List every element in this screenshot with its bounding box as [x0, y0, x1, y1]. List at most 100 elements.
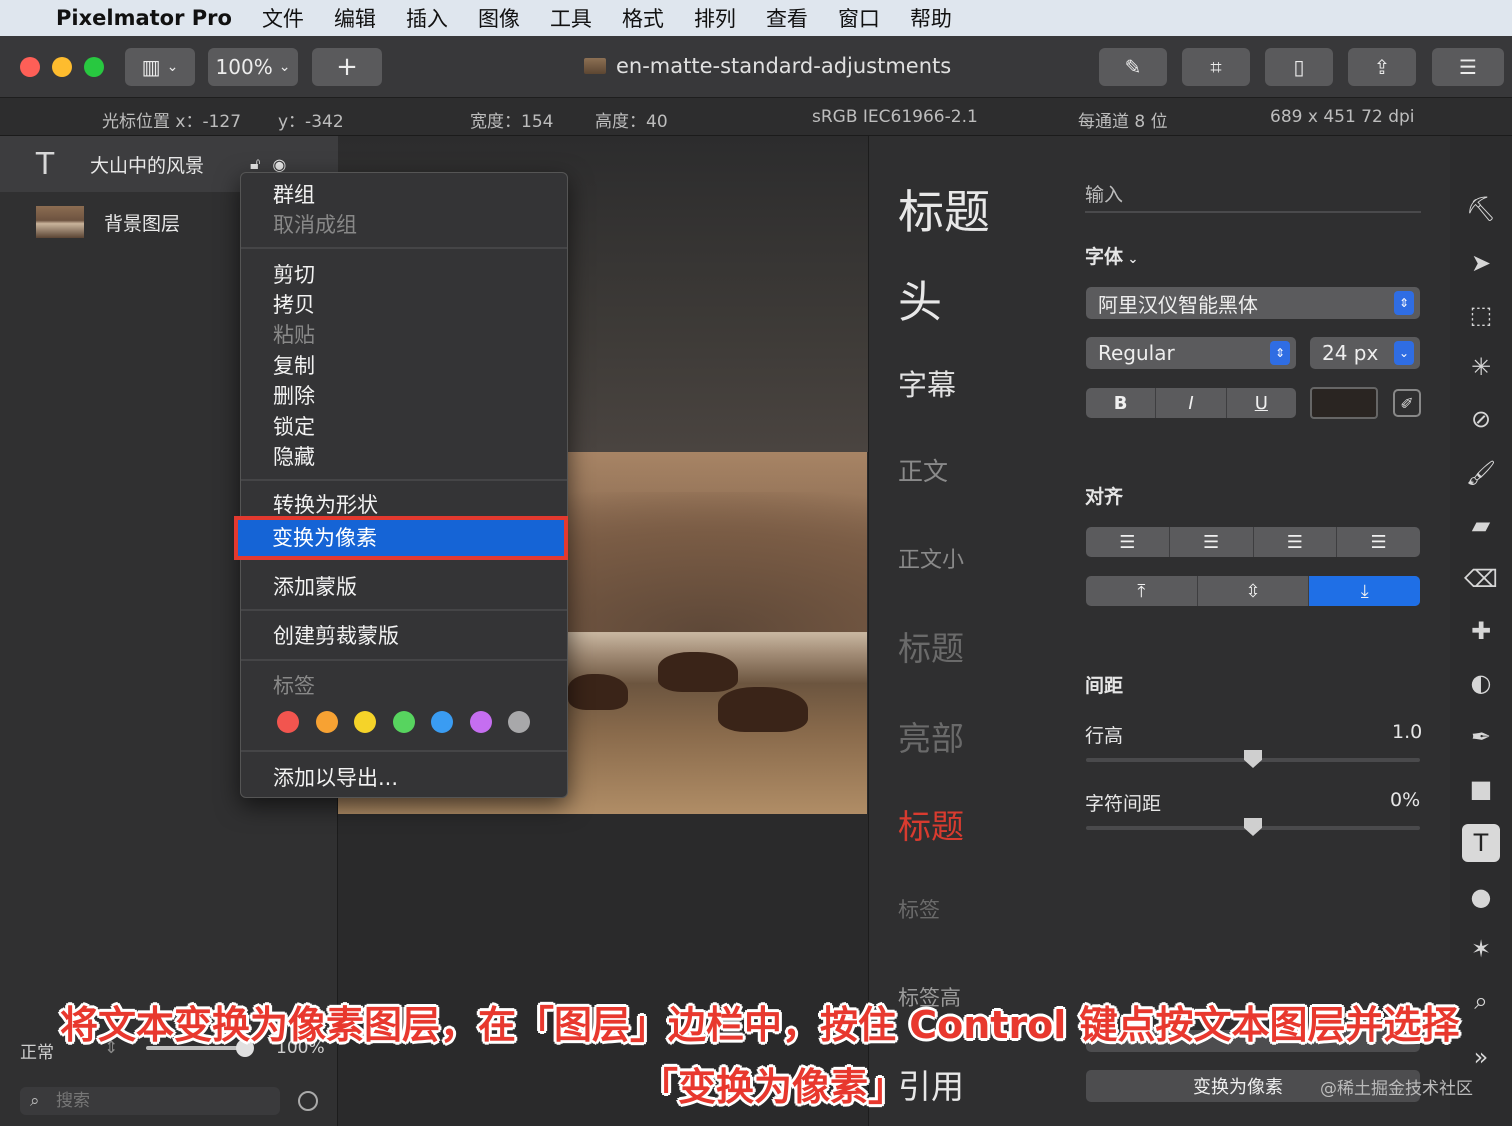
eyedropper-icon[interactable]: ✐: [1393, 389, 1421, 417]
style-tag[interactable]: 标签: [898, 894, 940, 924]
document-button[interactable]: ▯: [1265, 48, 1333, 86]
paint-brush-icon[interactable]: 🖌︎: [1462, 454, 1500, 492]
menu-item-lock[interactable]: 锁定: [273, 411, 315, 441]
bold-button[interactable]: B: [1086, 388, 1157, 418]
align-left-icon[interactable]: ☰: [1086, 527, 1170, 557]
style-body[interactable]: 正文: [898, 452, 948, 488]
share-button[interactable]: ⇪: [1348, 48, 1416, 86]
menu-item-hide[interactable]: 隐藏: [273, 441, 315, 471]
text-color-well[interactable]: [1310, 387, 1378, 419]
menu-window[interactable]: 窗口: [838, 3, 880, 33]
layer-context-menu: 群组 取消成组 剪切 拷贝 粘贴 复制 删除 锁定 隐藏 转换为形状 添加蒙版 …: [240, 172, 568, 798]
line-height-slider[interactable]: [1086, 750, 1420, 768]
style-tool-button[interactable]: ✎: [1099, 48, 1167, 86]
search-placeholder: 搜索: [56, 1091, 90, 1111]
zoom-magnifier-icon[interactable]: ⌕: [1462, 982, 1500, 1020]
menu-edit[interactable]: 编辑: [334, 3, 376, 33]
menu-item-add-to-export[interactable]: 添加以导出...: [273, 762, 398, 792]
menu-format[interactable]: 格式: [622, 3, 664, 33]
distort-icon[interactable]: ◐: [1462, 664, 1500, 702]
menu-item-copy[interactable]: 拷贝: [273, 289, 315, 319]
pen-icon[interactable]: ✒: [1462, 718, 1500, 756]
font-family-select[interactable]: 阿里汉仪智能黑体 ⇕: [1086, 287, 1420, 319]
tag-gray[interactable]: [508, 711, 530, 733]
close-window-button[interactable]: [20, 57, 40, 77]
lock-icon[interactable]: 🔓︎: [250, 154, 260, 174]
blend-mode-select[interactable]: 正常: [20, 1038, 54, 1063]
menu-help[interactable]: 帮助: [910, 3, 952, 33]
menu-tools[interactable]: 工具: [550, 3, 592, 33]
menu-separator: [241, 479, 567, 481]
menu-item-convert-to-pixels[interactable]: 变换为像素: [234, 516, 568, 560]
menu-item-duplicate[interactable]: 复制: [273, 350, 315, 380]
char-spacing-value: 0%: [1390, 789, 1421, 811]
font-size-field[interactable]: 24 px ⌄: [1310, 337, 1420, 369]
font-weight-select[interactable]: Regular ⇕: [1086, 337, 1296, 369]
menu-view[interactable]: 查看: [766, 3, 808, 33]
eye-icon[interactable]: ◉: [272, 155, 286, 174]
align-middle-icon[interactable]: ⇳: [1198, 576, 1310, 606]
style-subtitle[interactable]: 字幕: [898, 362, 956, 404]
filter-icon[interactable]: [298, 1091, 318, 1111]
align-bottom-icon[interactable]: ⤓: [1309, 576, 1420, 606]
zoom-button[interactable]: 100% ⌄: [208, 48, 298, 86]
style-highlight[interactable]: 亮部: [898, 712, 964, 760]
eraser-icon[interactable]: ⌫: [1462, 560, 1500, 598]
menu-item-convert-to-shape[interactable]: 转换为形状: [273, 489, 378, 519]
tag-purple[interactable]: [470, 711, 492, 733]
adjustments-button[interactable]: ☰: [1432, 48, 1504, 86]
layer-search-input[interactable]: ⌕ 搜索: [20, 1087, 280, 1115]
menu-insert[interactable]: 插入: [406, 3, 448, 33]
magic-wand-icon[interactable]: ✳: [1462, 348, 1500, 386]
minimize-window-button[interactable]: [52, 57, 72, 77]
caption-line-1: 将文本变换为像素图层，在「图层」边栏中，按住 Control 键点按文本图层并选…: [60, 1003, 1460, 1047]
crop-button[interactable]: ⌗: [1182, 48, 1250, 86]
menu-item-cut[interactable]: 剪切: [273, 259, 315, 289]
font-section-label[interactable]: 字体 ⌄: [1085, 242, 1138, 269]
repair-bandage-icon[interactable]: ✚: [1462, 612, 1500, 650]
align-top-icon[interactable]: ⤒: [1086, 576, 1198, 606]
menu-item-create-clipping-mask[interactable]: 创建剪裁蒙版: [273, 620, 399, 650]
style-brush-icon[interactable]: ⛏: [1462, 190, 1500, 228]
style-heading-red[interactable]: 标题: [898, 800, 964, 848]
underline-button[interactable]: U: [1227, 388, 1296, 418]
style-body-small[interactable]: 正文小: [898, 542, 964, 574]
zoom-window-button[interactable]: [84, 57, 104, 77]
menu-arrange[interactable]: 排列: [694, 3, 736, 33]
style-title[interactable]: 标题: [898, 176, 990, 242]
add-button[interactable]: +: [312, 48, 382, 86]
shape-rectangle-icon[interactable]: ■: [1462, 770, 1500, 808]
align-justify-icon[interactable]: ☰: [1337, 527, 1420, 557]
menu-item-group[interactable]: 群组: [273, 179, 315, 209]
app-menu[interactable]: Pixelmator Pro: [56, 6, 232, 30]
tag-blue[interactable]: [431, 711, 453, 733]
brush-stroke-icon: ✎: [1124, 55, 1142, 79]
zoom-value: 100%: [215, 55, 273, 79]
style-headline[interactable]: 头: [898, 266, 942, 330]
selection-marquee-icon[interactable]: ⬚: [1462, 296, 1500, 334]
gradient-icon[interactable]: ▰: [1462, 506, 1500, 544]
align-right-icon[interactable]: ☰: [1254, 527, 1338, 557]
menu-item-delete[interactable]: 删除: [273, 380, 315, 410]
style-heading-dim[interactable]: 标题: [898, 622, 964, 670]
more-tools-icon[interactable]: »: [1462, 1038, 1500, 1076]
align-center-icon[interactable]: ☰: [1170, 527, 1254, 557]
style-quote[interactable]: 引用: [898, 1060, 964, 1108]
italic-button[interactable]: I: [1156, 388, 1227, 418]
caption-line-2: 「变换为像素」: [640, 1065, 907, 1109]
color-select-icon[interactable]: ⊘: [1462, 400, 1500, 438]
type-tool-icon[interactable]: T: [1462, 824, 1500, 862]
tag-green[interactable]: [393, 711, 415, 733]
sidebar-toggle-button[interactable]: ▥ ⌄: [125, 48, 195, 86]
arrange-pointer-icon[interactable]: ➤: [1462, 244, 1500, 282]
tag-orange[interactable]: [316, 711, 338, 733]
layer-height: 高度：40: [595, 112, 668, 132]
tag-yellow[interactable]: [354, 711, 376, 733]
char-spacing-slider[interactable]: [1086, 818, 1420, 836]
effects-icon[interactable]: ✶: [1462, 930, 1500, 968]
tag-red[interactable]: [277, 711, 299, 733]
menu-image[interactable]: 图像: [478, 3, 520, 33]
menu-item-add-mask[interactable]: 添加蒙版: [273, 571, 357, 601]
color-adjust-icon[interactable]: ●: [1462, 878, 1500, 916]
menu-file[interactable]: 文件: [262, 3, 304, 33]
